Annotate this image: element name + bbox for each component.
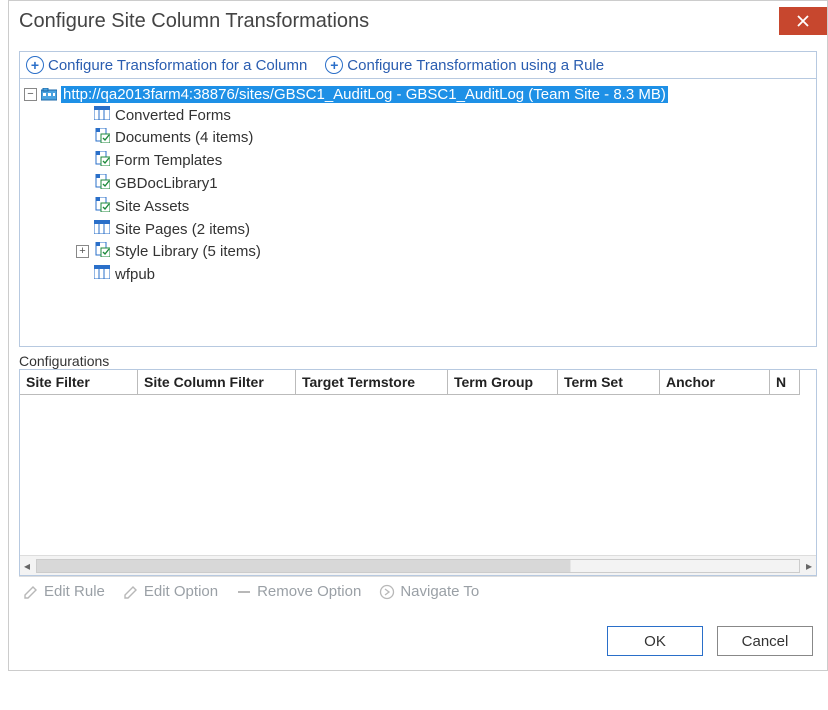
tree-item-label: GBDocLibrary1 (115, 175, 218, 192)
tree-item[interactable]: Documents (4 items) (76, 126, 812, 149)
edit-option-label: Edit Option (144, 583, 218, 600)
horizontal-scrollbar[interactable]: ◂ ▸ (20, 555, 816, 575)
tree-item[interactable]: + Style Library (5 items) (76, 240, 812, 263)
tree-item-label: Converted Forms (115, 107, 231, 124)
tree-item-label: wfpub (115, 266, 155, 283)
tree-item[interactable]: wfpub (76, 263, 812, 285)
expand-icon[interactable]: + (76, 245, 89, 258)
tree-item-label: Form Templates (115, 152, 222, 169)
list-icon (94, 265, 110, 283)
document-library-icon (94, 174, 110, 193)
cancel-button[interactable]: Cancel (717, 626, 813, 656)
action-bar: Edit Rule Edit Option Remove Option Navi… (19, 576, 817, 606)
tree-item[interactable]: Converted Forms (76, 104, 812, 126)
titlebar: Configure Site Column Transformations (9, 1, 827, 41)
grid-header: Site FilterSite Column FilterTarget Term… (20, 370, 816, 395)
column-header[interactable]: N (770, 370, 800, 395)
tree-item[interactable]: GBDocLibrary1 (76, 172, 812, 195)
column-header[interactable]: Site Filter (20, 370, 138, 395)
dialog-content: + Configure Transformation for a Column … (9, 41, 827, 616)
remove-option-label: Remove Option (257, 583, 361, 600)
tree-item-label: Style Library (5 items) (115, 243, 261, 260)
tree-item-label: Site Pages (2 items) (115, 221, 250, 238)
document-library-icon (94, 242, 110, 261)
close-icon (797, 15, 809, 27)
pencil-icon (123, 584, 139, 600)
close-button[interactable] (779, 7, 827, 35)
scroll-right-icon[interactable]: ▸ (806, 559, 812, 573)
dialog-footer: OK Cancel (9, 616, 827, 670)
column-header[interactable]: Target Termstore (296, 370, 448, 395)
tree-item-label: Documents (4 items) (115, 129, 253, 146)
edit-rule-label: Edit Rule (44, 583, 105, 600)
document-library-icon (94, 197, 110, 216)
top-toolbar: + Configure Transformation for a Column … (19, 51, 817, 79)
tree-item-label: Site Assets (115, 198, 189, 215)
configure-rule-label: Configure Transformation using a Rule (347, 57, 604, 74)
pencil-icon (23, 584, 39, 600)
grid-body[interactable] (20, 395, 816, 555)
scroll-left-icon[interactable]: ◂ (24, 559, 30, 573)
navigate-to-button[interactable]: Navigate To (379, 583, 479, 600)
navigate-to-label: Navigate To (400, 583, 479, 600)
tree-item[interactable]: Site Pages (2 items) (76, 218, 812, 240)
remove-option-button[interactable]: Remove Option (236, 583, 361, 600)
plus-icon: + (325, 56, 343, 74)
edit-option-button[interactable]: Edit Option (123, 583, 218, 600)
document-library-icon (94, 151, 110, 170)
configure-column-label: Configure Transformation for a Column (48, 57, 307, 74)
plus-icon: + (26, 56, 44, 74)
column-header[interactable]: Term Set (558, 370, 660, 395)
arrow-right-circle-icon (379, 584, 395, 600)
document-library-icon (94, 128, 110, 147)
collapse-icon[interactable]: − (24, 88, 37, 101)
dialog-window: Configure Site Column Transformations + … (8, 0, 828, 671)
list-icon (94, 106, 110, 124)
ok-button[interactable]: OK (607, 626, 703, 656)
tree-root-label: http://qa2013farm4:38876/sites/GBSC1_Aud… (61, 86, 668, 103)
configurations-label: Configurations (19, 353, 817, 369)
configure-rule-link[interactable]: + Configure Transformation using a Rule (325, 56, 604, 74)
tree-item[interactable]: Form Templates (76, 149, 812, 172)
tree-root-row[interactable]: − http://qa2013farm4:38876/sites/GBSC1_A… (24, 85, 812, 104)
dialog-title: Configure Site Column Transformations (19, 10, 369, 33)
tree-children: Converted Forms Documents (4 items) Form T… (24, 104, 812, 285)
minus-icon (236, 584, 252, 600)
column-header[interactable]: Term Group (448, 370, 558, 395)
configure-column-link[interactable]: + Configure Transformation for a Column (26, 56, 307, 74)
scroll-thumb[interactable] (36, 559, 800, 573)
site-icon (41, 88, 57, 102)
column-header[interactable]: Anchor (660, 370, 770, 395)
edit-rule-button[interactable]: Edit Rule (23, 583, 105, 600)
tree-item[interactable]: Site Assets (76, 195, 812, 218)
column-header[interactable]: Site Column Filter (138, 370, 296, 395)
list-icon (94, 220, 110, 238)
configurations-grid[interactable]: Site FilterSite Column FilterTarget Term… (19, 369, 817, 576)
site-tree[interactable]: − http://qa2013farm4:38876/sites/GBSC1_A… (19, 79, 817, 347)
